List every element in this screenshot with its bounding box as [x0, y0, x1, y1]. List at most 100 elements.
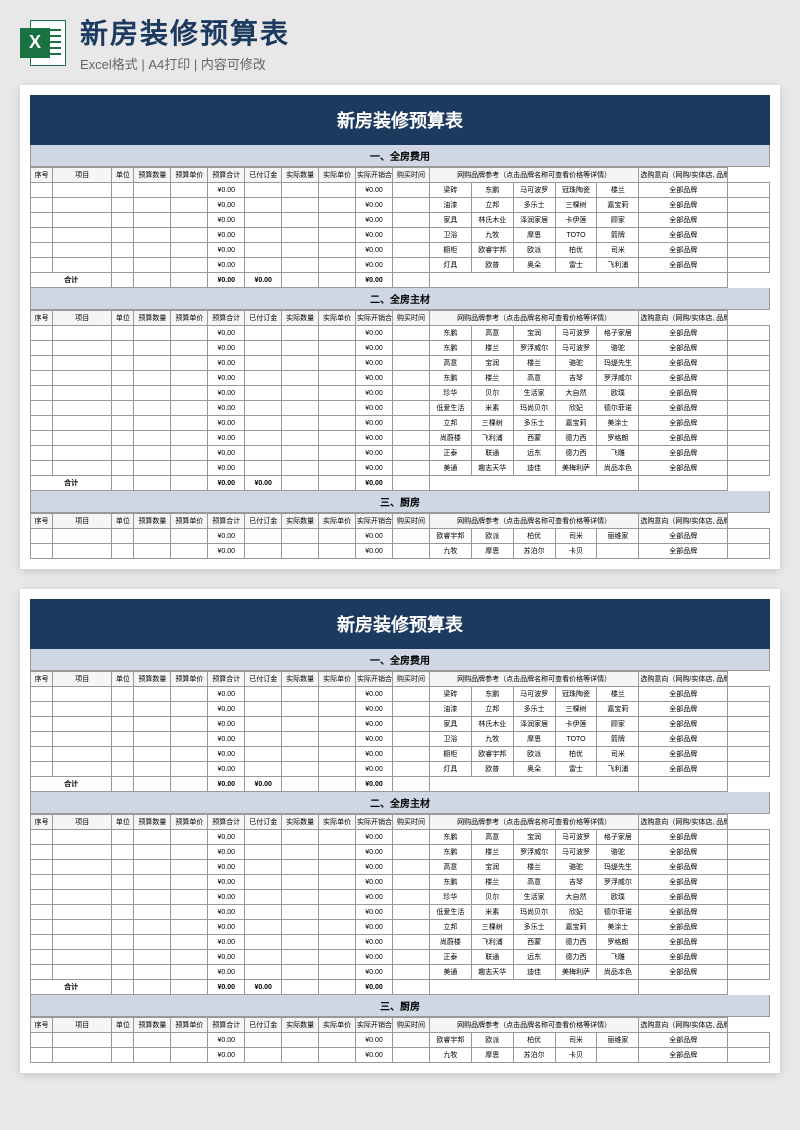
actual-total: ¥0.00: [356, 228, 393, 243]
brand-cell: 格子家居: [597, 326, 639, 341]
actual-total: ¥0.00: [356, 717, 393, 732]
brand-cell: 德力西: [555, 446, 597, 461]
brand-cell: 泽润家居: [513, 717, 555, 732]
brand-cell: 马可波罗: [555, 830, 597, 845]
category-cell: 东鹏: [429, 875, 471, 890]
col-brand-ref: 网购品牌参考（点击品牌名称可查看价格等详情）: [429, 815, 638, 830]
category-cell: 家具: [429, 717, 471, 732]
data-row: ¥0.00 ¥0.00 东鹏 楼兰罗浮威尔马可波罗骆驼全部品牌: [31, 845, 770, 860]
brand-cell: 西蒙: [513, 431, 555, 446]
brand-cell: 吉琴: [555, 371, 597, 386]
brand-cell: 远东: [513, 950, 555, 965]
data-row: ¥0.00 ¥0.00 东鹏 楼兰罗浮威尔马可波罗骆驼全部品牌: [31, 341, 770, 356]
brand-cell: 奥朵: [513, 762, 555, 777]
category-cell: 低爱生活: [429, 905, 471, 920]
col-actual-qty: 实际数量: [282, 311, 319, 326]
brand-cell: 三棵树: [471, 416, 513, 431]
brand-cell: 西蒙: [513, 935, 555, 950]
sum-label: 合计: [31, 273, 112, 288]
col-actual-qty: 实际数量: [282, 168, 319, 183]
col-budget-qty: 预算数量: [134, 311, 171, 326]
brand-cell: 全部品牌: [639, 431, 728, 446]
budget-total: ¥0.00: [208, 258, 245, 273]
data-row: ¥0.00 ¥0.00 灯具 欧普奥朵雷士飞利浦全部品牌: [31, 258, 770, 273]
actual-total: ¥0.00: [356, 1033, 393, 1048]
actual-total: ¥0.00: [356, 830, 393, 845]
col-buy-time: 购买时间: [392, 168, 429, 183]
budget-total: ¥0.00: [208, 830, 245, 845]
brand-cell: 三棵树: [555, 198, 597, 213]
brand-cell: 全部品牌: [639, 830, 728, 845]
category-cell: 高意: [429, 356, 471, 371]
actual-total: ¥0.00: [356, 935, 393, 950]
brand-cell: 卡贝: [555, 544, 597, 559]
budget-total: ¥0.00: [208, 1033, 245, 1048]
col-actual-total: 实际开销合计: [356, 168, 393, 183]
brand-cell: 立邦: [471, 702, 513, 717]
category-cell: 欧睿宇邦: [429, 529, 471, 544]
col-budget-price: 预算单价: [171, 672, 208, 687]
brand-cell: 全部品牌: [639, 732, 728, 747]
data-row: ¥0.00 ¥0.00 东鹏 高意宝润马可波罗格子家居全部品牌: [31, 326, 770, 341]
category-cell: 梁砖: [429, 183, 471, 198]
brand-cell: TOTO: [555, 228, 597, 243]
brand-cell: 柏优: [513, 529, 555, 544]
brand-cell: 丽维家: [597, 529, 639, 544]
brand-cell: 全部品牌: [639, 860, 728, 875]
budget-table: 序号 项目 单位 预算数量 预算单价 预算合计 已付订金 实际数量 实际单价 实…: [30, 167, 770, 288]
col-budget-total: 预算合计: [208, 672, 245, 687]
budget-total: ¥0.00: [208, 386, 245, 401]
col-budget-total: 预算合计: [208, 815, 245, 830]
col-budget-price: 预算单价: [171, 1018, 208, 1033]
data-row: ¥0.00 ¥0.00 九牧 摩恩苏泊尔卡贝全部品牌: [31, 544, 770, 559]
brand-cell: 马可波罗: [513, 183, 555, 198]
budget-total: ¥0.00: [208, 446, 245, 461]
category-cell: 正泰: [429, 950, 471, 965]
col-selection: 选购意向（网购/实体店, 品牌, 型号等）: [639, 1018, 728, 1033]
brand-cell: 全部品牌: [639, 183, 728, 198]
budget-total: ¥0.00: [208, 860, 245, 875]
data-row: ¥0.00 ¥0.00 灯具 欧普奥朵雷士飞利浦全部品牌: [31, 762, 770, 777]
brand-cell: 柏优: [513, 1033, 555, 1048]
actual-total: ¥0.00: [356, 875, 393, 890]
brand-cell: 美梅利萨: [555, 461, 597, 476]
brand-cell: 欧普: [471, 258, 513, 273]
brand-cell: 格子家居: [597, 830, 639, 845]
category-cell: 灯具: [429, 762, 471, 777]
data-row: ¥0.00 ¥0.00 立邦 三棵树多乐士嘉宝莉美涂士全部品牌: [31, 920, 770, 935]
budget-total: ¥0.00: [208, 401, 245, 416]
col-item: 项目: [53, 514, 112, 529]
document-page: 新房装修预算表一、全房费用 序号 项目 单位 预算数量 预算单价 预算合计 已付…: [20, 589, 780, 1073]
col-brand-ref: 网购品牌参考（点击品牌名称可查看价格等详情）: [429, 672, 638, 687]
brand-cell: 飞利浦: [471, 935, 513, 950]
category-cell: 珍华: [429, 890, 471, 905]
brand-cell: 吉琴: [555, 875, 597, 890]
actual-total: ¥0.00: [356, 905, 393, 920]
actual-total: ¥0.00: [356, 1048, 393, 1063]
brand-cell: 欧普: [471, 762, 513, 777]
category-cell: 美通: [429, 965, 471, 980]
promo-subtitle: Excel格式 | A4打印 | 内容可修改: [80, 54, 780, 73]
category-cell: 高意: [429, 860, 471, 875]
brand-cell: 全部品牌: [639, 935, 728, 950]
brand-cell: 东鹏: [471, 687, 513, 702]
promo-header: X 新房装修预算表 Excel格式 | A4打印 | 内容可修改: [0, 0, 800, 85]
brand-cell: 全部品牌: [639, 950, 728, 965]
category-cell: 尚蔚楼: [429, 431, 471, 446]
category-cell: 立邦: [429, 416, 471, 431]
col-selection: 选购意向（网购/实体店, 品牌, 型号等）: [639, 514, 728, 529]
brand-cell: 全部品牌: [639, 243, 728, 258]
col-deposit: 已付订金: [245, 815, 282, 830]
brand-cell: 全部品牌: [639, 386, 728, 401]
col-item: 项目: [53, 311, 112, 326]
brand-cell: 全部品牌: [639, 762, 728, 777]
brand-cell: 全部品牌: [639, 747, 728, 762]
brand-cell: 德尔菲诺: [597, 401, 639, 416]
brand-cell: 高意: [513, 371, 555, 386]
brand-cell: 宝润: [471, 356, 513, 371]
brand-cell: 骆驼: [597, 341, 639, 356]
budget-total: ¥0.00: [208, 732, 245, 747]
budget-total: ¥0.00: [208, 890, 245, 905]
brand-cell: 泽润家居: [513, 213, 555, 228]
brand-cell: 摩恩: [513, 732, 555, 747]
